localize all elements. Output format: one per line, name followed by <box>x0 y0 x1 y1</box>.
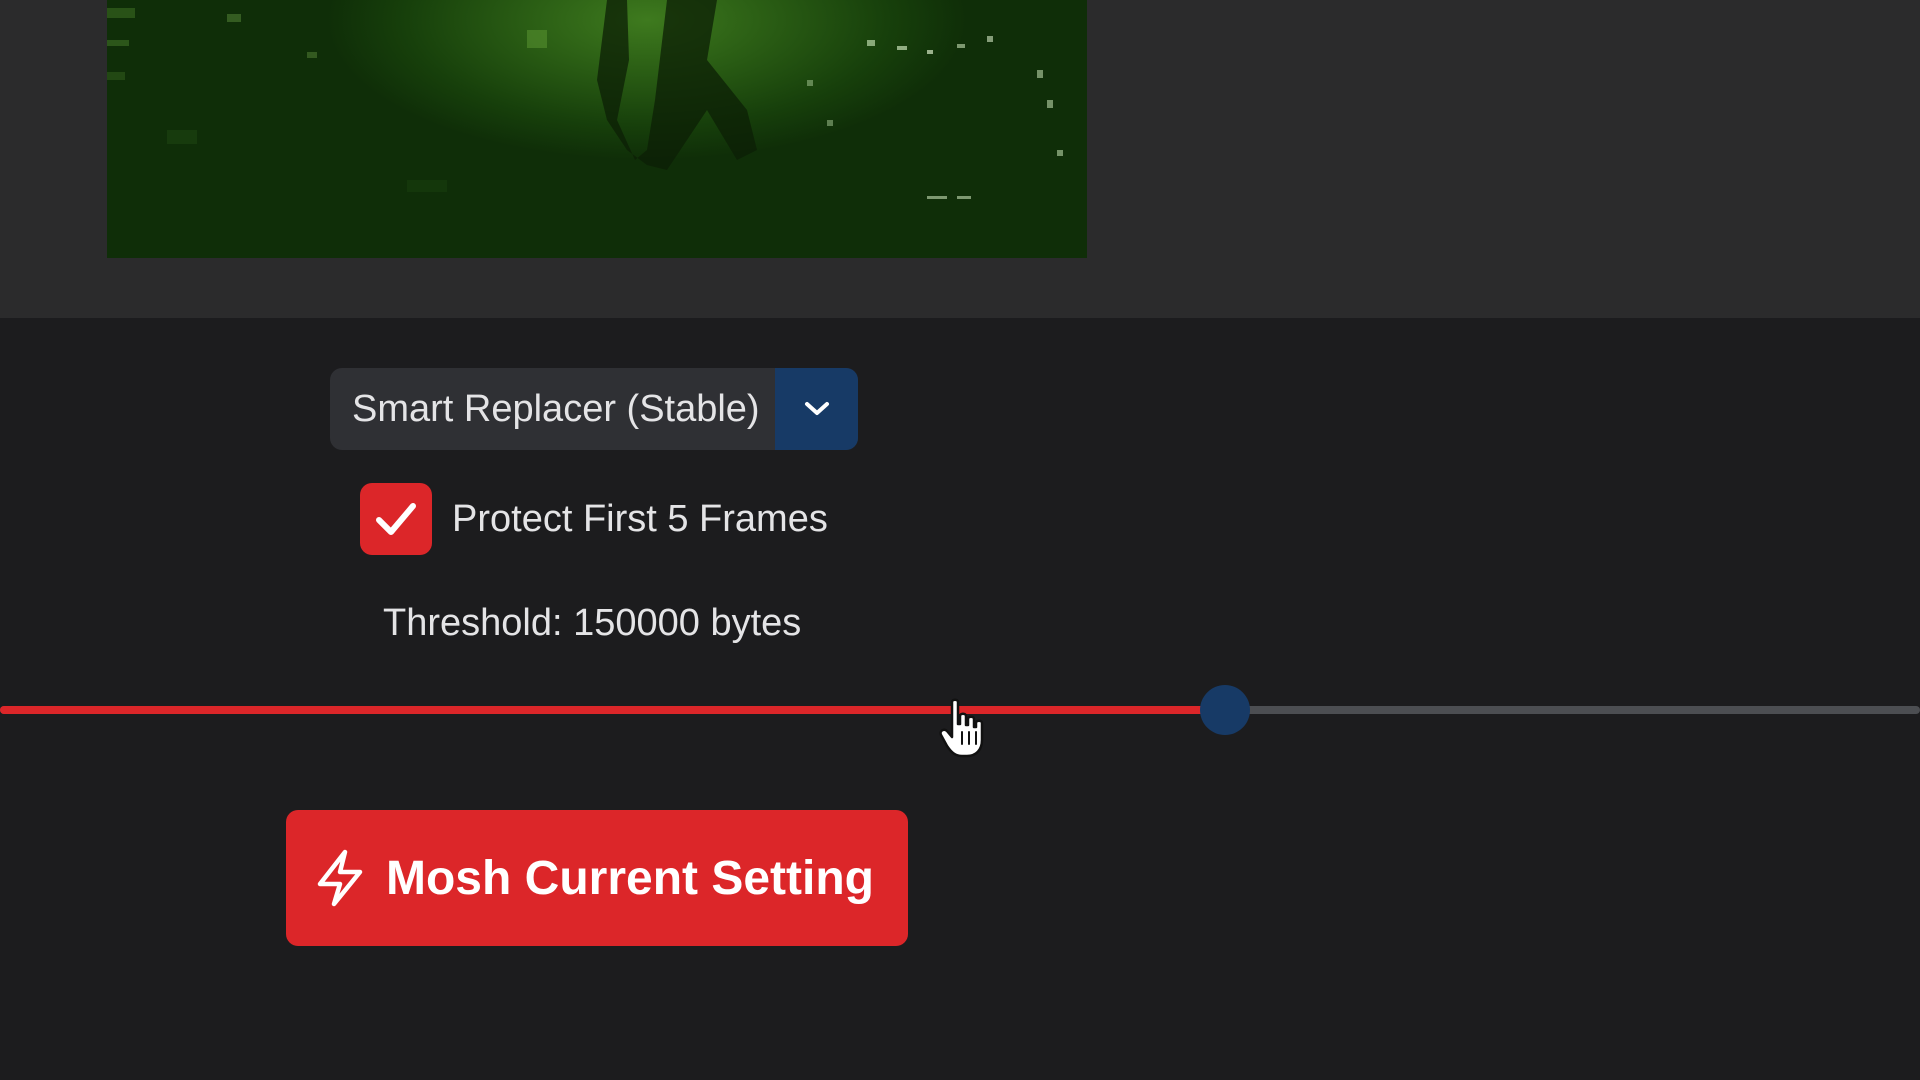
mode-select-value[interactable]: Smart Replacer (Stable) <box>330 368 775 450</box>
video-frame <box>107 0 1087 258</box>
checkmark-icon <box>376 503 416 535</box>
hand-cursor-icon <box>939 698 984 758</box>
page: Smart Replacer (Stable) Protect First 5 … <box>0 0 1920 1080</box>
mosh-current-setting-button[interactable]: Mosh Current Setting <box>286 810 908 946</box>
protect-frames-checkbox[interactable] <box>360 483 432 555</box>
mode-select[interactable]: Smart Replacer (Stable) <box>330 368 858 450</box>
threshold-label: Threshold: 150000 bytes <box>383 602 802 644</box>
lightning-icon <box>317 849 363 907</box>
preview-area <box>0 0 1920 318</box>
video-frame-image <box>107 0 1063 199</box>
protect-frames-label: Protect First 5 Frames <box>452 497 828 540</box>
chevron-down-icon[interactable] <box>775 368 858 450</box>
slider-thumb[interactable] <box>1200 685 1250 735</box>
mosh-button-label: Mosh Current Setting <box>386 851 874 905</box>
slider-fill <box>0 706 1225 714</box>
protect-frames-row: Protect First 5 Frames <box>360 483 828 555</box>
